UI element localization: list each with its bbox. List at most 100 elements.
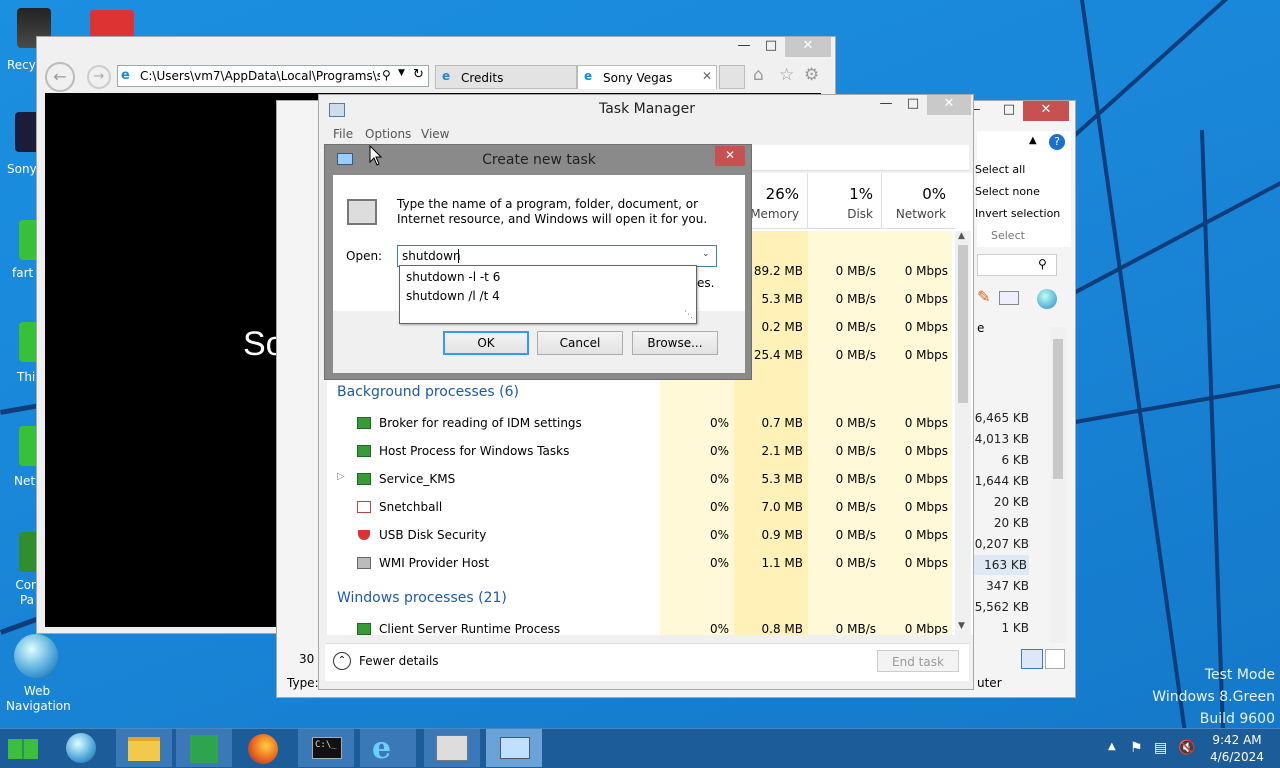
autocomplete-item[interactable]: shutdown /l /t 4 [406, 289, 500, 303]
network-header[interactable]: Network [883, 207, 946, 221]
taskbar-task-manager[interactable] [424, 729, 480, 767]
favorites-star-icon[interactable]: ☆ [779, 65, 794, 85]
maximize-button[interactable]: □ [901, 95, 925, 115]
open-label: Open: [346, 249, 383, 263]
details-view-icon[interactable] [1021, 649, 1043, 669]
disk-cell: 0 MB/s [835, 264, 876, 278]
forward-button[interactable]: → [87, 65, 111, 89]
taskbar-store[interactable] [176, 729, 232, 767]
address-bar[interactable]: e C:\Users\vm7\AppData\Local\Programs\so… [117, 65, 429, 87]
explorer-search-box[interactable]: ⚲ [977, 254, 1057, 276]
menu-file[interactable]: File [333, 127, 353, 141]
scroll-down-icon[interactable]: ▼ [958, 621, 965, 631]
taskbar-cmd[interactable]: C:\_ [298, 729, 354, 767]
disk-cell: 0 MB/s [835, 444, 876, 458]
maximize-button[interactable]: □ [759, 37, 783, 57]
task-manager-icon [436, 735, 468, 761]
table-row[interactable]: Host Process for Windows Tasks 0% 2.1 MB… [327, 437, 973, 465]
minimize-button[interactable]: — [875, 95, 897, 115]
new-tab-button[interactable] [719, 65, 745, 89]
network-icon[interactable]: ▤ [1154, 740, 1167, 756]
network-cell: 0 Mbps [904, 292, 948, 306]
table-row[interactable]: Snetchball 0% 7.0 MB 0 MB/s 0 Mbps [327, 493, 973, 521]
chevron-up-icon[interactable]: ⌃ [333, 652, 351, 670]
menu-options[interactable]: Options [365, 127, 411, 141]
ie-page-icon: e [121, 68, 130, 83]
cancel-button[interactable]: Cancel [537, 331, 623, 355]
select-all-button[interactable]: Select all [975, 163, 1025, 176]
disk-header[interactable]: Disk [809, 207, 873, 221]
scroll-up-icon[interactable]: ▲ [958, 231, 965, 241]
clock-time[interactable]: 9:42 AM [1204, 733, 1270, 747]
network-cell: 0 Mbps [904, 320, 948, 334]
process-icon [357, 557, 371, 569]
taskbar-explorer[interactable] [116, 729, 172, 767]
open-input[interactable]: shutdown [402, 249, 461, 263]
invert-selection-button[interactable]: Invert selection [975, 207, 1060, 220]
scroll-thumb[interactable] [958, 245, 968, 403]
network-cell: 0 Mbps [904, 472, 948, 486]
action-center-icon[interactable]: ⚑ [1130, 740, 1143, 756]
network-cell: 0 Mbps [904, 556, 948, 570]
group-header-windows[interactable]: Windows processes (21) [327, 585, 973, 613]
clock-date[interactable]: 4/6/2024 [1204, 750, 1270, 764]
close-button[interactable]: ✕ [1023, 101, 1069, 121]
network-cell: 0 Mbps [904, 264, 948, 278]
table-row[interactable]: USB Disk Security 0% 0.9 MB 0 MB/s 0 Mbp… [327, 521, 973, 549]
start-button[interactable] [4, 733, 44, 765]
table-row[interactable]: Client Server Runtime Process 0% 0.8 MB … [327, 615, 973, 635]
explorer-scrollbar[interactable] [1051, 327, 1067, 643]
ok-button[interactable]: OK [443, 331, 529, 355]
network-cell: 0 Mbps [904, 528, 948, 542]
expand-arrow-icon[interactable]: ▷ [337, 471, 345, 482]
dropdown-arrow-icon[interactable]: ▼ [398, 68, 405, 78]
large-icons-view-icon[interactable] [1045, 649, 1065, 669]
network-cell: 0 Mbps [904, 348, 948, 362]
close-button[interactable]: ✕ [927, 95, 971, 115]
maximize-button[interactable]: □ [997, 101, 1021, 121]
watermark-line: Windows 8.Green [1152, 689, 1275, 705]
resize-grip-icon[interactable]: ⋱ [684, 310, 693, 320]
tab-close-icon[interactable]: ✕ [702, 69, 712, 83]
group-header-background[interactable]: Background processes (6) [327, 379, 973, 407]
close-button[interactable]: ✕ [715, 146, 745, 166]
volume-muted-icon[interactable]: 🔇 [1178, 740, 1195, 756]
taskbar-ie[interactable]: e [360, 729, 416, 767]
process-scrollbar[interactable]: ▲ ▼ [955, 231, 971, 635]
end-task-button[interactable]: End task [877, 650, 959, 672]
show-hidden-icons-icon[interactable]: ▲ [1108, 741, 1116, 752]
settings-gear-icon[interactable]: ⚙ [804, 65, 819, 85]
folder-icon [128, 737, 160, 761]
table-row[interactable]: Broker for reading of IDM settings 0% 0.… [327, 409, 973, 437]
taskbar-run-dialog[interactable] [486, 729, 542, 767]
minimize-button[interactable]: — [733, 37, 755, 57]
desktop-icon-web-navigation[interactable]: Web Navigation [6, 634, 71, 713]
tab-credits[interactable]: e Credits [435, 65, 577, 89]
taskbar-firefox[interactable] [236, 729, 292, 767]
table-row[interactable]: ▷ Service_KMS 0% 5.3 MB 0 MB/s 0 Mbps [327, 465, 973, 493]
ribbon-collapse-icon[interactable]: ▲ [1029, 135, 1037, 146]
back-button[interactable]: ← [45, 62, 75, 92]
home-icon[interactable]: ⌂ [753, 65, 764, 85]
autocomplete-item[interactable]: shutdown -l -t 6 [406, 270, 500, 284]
search-icon[interactable]: ⚲ [382, 68, 391, 82]
dropdown-arrow-icon[interactable]: ⌄ [702, 249, 710, 259]
cpu-cell: 0% [709, 528, 729, 542]
browse-button[interactable]: Browse... [632, 331, 718, 355]
tab-sony-vegas[interactable]: e Sony Vegas ✕ [577, 65, 717, 89]
open-combo[interactable]: shutdown ⌄ [397, 245, 717, 267]
close-button[interactable]: ✕ [785, 37, 831, 57]
desktop-icon-label: fart [12, 266, 34, 280]
pencil-icon: ✎ [977, 287, 991, 306]
help-icon[interactable]: ? [1049, 134, 1065, 150]
table-row[interactable]: WMI Provider Host 0% 1.1 MB 0 MB/s 0 Mbp… [327, 549, 973, 577]
button-label: Browse... [647, 336, 703, 350]
fewer-details-link[interactable]: Fewer details [359, 654, 439, 668]
menu-view[interactable]: View [421, 127, 449, 141]
select-none-button[interactable]: Select none [975, 185, 1040, 198]
refresh-icon[interactable]: ↻ [413, 67, 424, 82]
taskbar-globe[interactable] [56, 729, 112, 767]
disk-cell: 0 MB/s [835, 556, 876, 570]
scroll-thumb[interactable] [1053, 339, 1063, 479]
autocomplete-list[interactable]: shutdown -l -t 6 shutdown /l /t 4 ⋱ [399, 265, 697, 324]
